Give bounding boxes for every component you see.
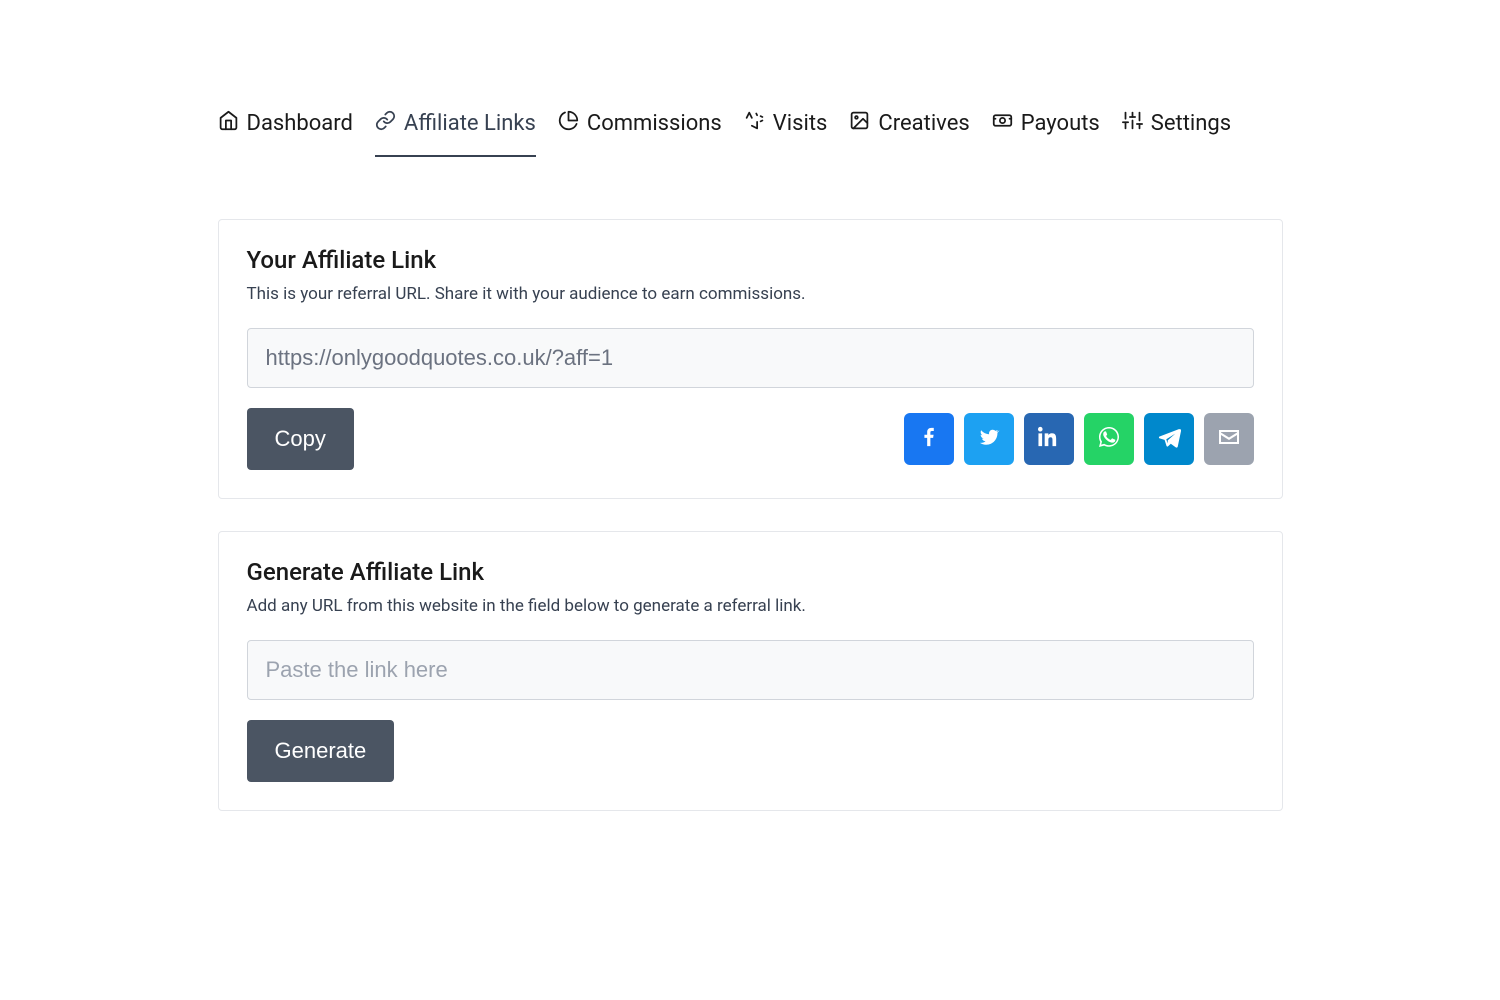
affiliate-link-input[interactable]	[247, 328, 1254, 388]
image-icon	[849, 110, 870, 137]
share-email-button[interactable]	[1204, 413, 1254, 465]
share-telegram-button[interactable]	[1144, 413, 1194, 465]
tab-settings[interactable]: Settings	[1122, 110, 1231, 157]
generate-link-description: Add any URL from this website in the fie…	[247, 596, 1254, 616]
share-buttons	[904, 413, 1254, 465]
tab-affiliate-links[interactable]: Affiliate Links	[375, 110, 536, 157]
tab-dashboard[interactable]: Dashboard	[218, 110, 353, 157]
tab-creatives[interactable]: Creatives	[849, 110, 969, 157]
tab-label: Affiliate Links	[404, 111, 536, 136]
tab-payouts[interactable]: Payouts	[992, 110, 1100, 157]
facebook-icon	[918, 426, 940, 452]
share-whatsapp-button[interactable]	[1084, 413, 1134, 465]
tab-label: Creatives	[878, 111, 969, 136]
email-icon	[1217, 425, 1241, 453]
sliders-icon	[1122, 110, 1143, 137]
tab-visits[interactable]: Visits	[744, 110, 828, 157]
whatsapp-icon	[1097, 425, 1121, 453]
affiliate-link-card: Your Affiliate Link This is your referra…	[218, 219, 1283, 499]
tab-label: Dashboard	[247, 111, 353, 136]
share-linkedin-button[interactable]	[1024, 413, 1074, 465]
nav-tabs: Dashboard Affiliate Links Commissions Vi…	[218, 110, 1283, 157]
generate-button[interactable]: Generate	[247, 720, 395, 782]
tab-commissions[interactable]: Commissions	[558, 110, 722, 157]
generate-link-input[interactable]	[247, 640, 1254, 700]
affiliate-link-heading: Your Affiliate Link	[247, 246, 1254, 274]
tab-label: Commissions	[587, 111, 722, 136]
generate-link-heading: Generate Affiliate Link	[247, 558, 1254, 586]
twitter-icon	[978, 426, 1000, 452]
generate-link-card: Generate Affiliate Link Add any URL from…	[218, 531, 1283, 811]
copy-button[interactable]: Copy	[247, 408, 354, 470]
home-icon	[218, 110, 239, 137]
linkedin-icon	[1038, 426, 1060, 452]
affiliate-link-description: This is your referral URL. Share it with…	[247, 284, 1254, 304]
pie-chart-icon	[558, 110, 579, 137]
money-icon	[992, 110, 1013, 137]
share-facebook-button[interactable]	[904, 413, 954, 465]
click-icon	[744, 110, 765, 137]
tab-label: Visits	[773, 111, 828, 136]
telegram-icon	[1157, 425, 1181, 453]
link-icon	[375, 110, 396, 137]
share-twitter-button[interactable]	[964, 413, 1014, 465]
tab-label: Settings	[1151, 111, 1231, 136]
tab-label: Payouts	[1021, 111, 1100, 136]
